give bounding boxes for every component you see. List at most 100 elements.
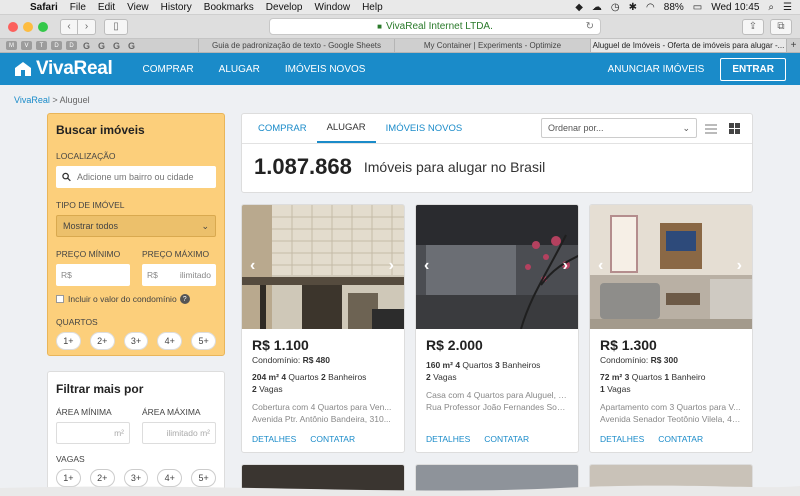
listing-photo[interactable]: ‹ › (242, 205, 404, 329)
area-max-input[interactable]: ilimitado m² (142, 422, 216, 444)
menu-list-icon[interactable]: ☰ (783, 2, 792, 13)
condo-checkbox[interactable] (56, 295, 64, 303)
contact-link[interactable]: CONTATAR (484, 434, 529, 444)
rooms-option-2[interactable]: 2+ (89, 332, 115, 350)
listing-card[interactable] (241, 464, 405, 496)
listing-photo[interactable] (590, 465, 752, 496)
address-bar[interactable]: ■ VivaReal Internet LTDA. ↻ (269, 18, 601, 35)
location-input[interactable] (76, 172, 210, 182)
cloud-icon[interactable]: ☁ (592, 2, 602, 13)
bookmark-trello-icon[interactable]: T (36, 41, 47, 50)
next-photo-icon[interactable]: › (389, 257, 394, 275)
listing-title[interactable]: Cobertura com 4 Quartos para Ven... (252, 401, 394, 413)
listing-title[interactable]: Casa com 4 Quartos para Aluguel, 1... (426, 389, 568, 401)
new-tab-button[interactable]: + (786, 39, 800, 52)
prev-photo-icon[interactable]: ‹ (598, 257, 603, 275)
vagas-option-2[interactable]: 2+ (89, 469, 115, 487)
listing-photo[interactable]: ‹ › (416, 205, 578, 329)
listing-title[interactable]: Apartamento com 3 Quartos para V... (600, 401, 742, 413)
menu-help[interactable]: Help (362, 2, 383, 13)
listing-photo[interactable]: ‹ › (590, 205, 752, 329)
vagas-option-3[interactable]: 3+ (123, 469, 149, 487)
entrar-button[interactable]: ENTRAR (720, 57, 786, 81)
next-photo-icon[interactable]: › (737, 257, 742, 275)
tab-google-sheets[interactable]: Guia de padronização de texto - Google S… (198, 39, 394, 52)
rooms-option-4[interactable]: 4+ (157, 332, 183, 350)
tab-optimize[interactable]: My Container | Experiments - Optimize (394, 39, 590, 52)
details-link[interactable]: DETALHES (426, 434, 470, 444)
bookmark-google-icon[interactable]: G (81, 41, 92, 51)
menu-develop[interactable]: Develop (266, 2, 303, 13)
reload-icon[interactable]: ↻ (586, 21, 594, 32)
zoom-window-button[interactable] (38, 21, 48, 32)
rooms-option-1[interactable]: 1+ (56, 332, 81, 350)
vivareal-logo[interactable]: VivaReal (14, 58, 113, 80)
listing-card[interactable] (589, 464, 753, 496)
anunciar-imoveis-link[interactable]: ANUNCIAR IMÓVEIS (608, 64, 705, 75)
vagas-option-5[interactable]: 5+ (191, 469, 216, 487)
search-icon[interactable]: ⌕ (768, 2, 774, 13)
area-min-input[interactable]: m² (56, 422, 130, 444)
tabs-overview-button[interactable]: ⧉ (770, 18, 792, 35)
menu-view[interactable]: View (127, 2, 149, 13)
listing-card[interactable]: ‹ › R$ 1.300 Condomínio: R$ 300 72 m² 3 … (589, 204, 753, 453)
tab-imoveis-novos[interactable]: IMÓVEIS NOVOS (376, 114, 473, 143)
bookmark-google-icon[interactable]: G (96, 41, 107, 51)
sort-select[interactable]: Ordenar por... ⌄ (541, 118, 697, 138)
details-link[interactable]: DETALHES (252, 434, 296, 444)
contact-link[interactable]: CONTATAR (310, 434, 355, 444)
vagas-option-1[interactable]: 1+ (56, 469, 81, 487)
sidebar-toggle-button[interactable]: ▯ (104, 18, 128, 35)
tab-alugar[interactable]: ALUGAR (316, 114, 376, 143)
help-icon[interactable]: ? (179, 294, 190, 304)
bookmark-mail-icon[interactable]: M (6, 41, 17, 50)
bluetooth-icon[interactable]: ✱ (629, 2, 637, 13)
wifi-icon[interactable]: ◠ (646, 2, 655, 13)
menu-file[interactable]: File (70, 2, 86, 13)
rooms-option-3[interactable]: 3+ (123, 332, 149, 350)
min-price-input[interactable]: R$ (56, 264, 130, 286)
nav-imoveis-novos[interactable]: IMÓVEIS NOVOS (285, 64, 366, 75)
next-photo-icon[interactable]: › (563, 257, 568, 275)
nav-alugar[interactable]: ALUGAR (219, 64, 260, 75)
bookmark-google-icon[interactable]: G (126, 41, 137, 51)
menu-edit[interactable]: Edit (98, 2, 115, 13)
forward-button[interactable]: › (78, 18, 96, 35)
contact-link[interactable]: CONTATAR (658, 434, 703, 444)
breadcrumb-root[interactable]: VivaReal (14, 95, 50, 105)
menu-app[interactable]: Safari (30, 2, 58, 13)
listing-photo[interactable] (416, 465, 578, 496)
battery-icon[interactable]: ▭ (693, 2, 702, 13)
list-view-icon[interactable] (705, 123, 717, 134)
bookmark-v-icon[interactable]: V (21, 41, 32, 50)
listing-card[interactable] (415, 464, 579, 496)
listing-photo[interactable] (242, 465, 404, 496)
back-button[interactable]: ‹ (60, 18, 78, 35)
bookmark-google-icon[interactable]: G (111, 41, 122, 51)
max-price-input[interactable]: R$ ilimitado (142, 264, 216, 286)
menu-window[interactable]: Window (315, 2, 351, 13)
menu-history[interactable]: History (161, 2, 192, 13)
condo-checkbox-label[interactable]: Incluir o valor do condomínio (68, 294, 177, 304)
listing-card[interactable]: ‹ › R$ 1.100 Condomínio: R$ 480 204 m² 4… (241, 204, 405, 453)
clock[interactable]: Wed 10:45 (711, 2, 759, 13)
vagas-option-4[interactable]: 4+ (157, 469, 183, 487)
bookmark-drive-icon[interactable]: D (66, 41, 77, 50)
prev-photo-icon[interactable]: ‹ (250, 257, 255, 275)
dropbox-icon[interactable]: ◆ (575, 2, 583, 13)
share-button[interactable]: ⇪ (742, 18, 764, 35)
timer-icon[interactable]: ◷ (611, 2, 620, 13)
nav-comprar[interactable]: COMPRAR (142, 64, 193, 75)
property-type-select[interactable]: Mostrar todos ⌄ (56, 215, 216, 237)
grid-view-icon[interactable] (729, 123, 740, 134)
tab-vivareal[interactable]: Aluguel de Imóveis - Oferta de imóveis p… (590, 39, 786, 52)
menu-bookmarks[interactable]: Bookmarks (204, 2, 254, 13)
bookmark-doc-icon[interactable]: D (51, 41, 62, 50)
rooms-option-5[interactable]: 5+ (191, 332, 216, 350)
close-window-button[interactable] (8, 21, 18, 32)
details-link[interactable]: DETALHES (600, 434, 644, 444)
listing-card[interactable]: ‹ › R$ 2.000 160 m² 4 Quartos 3 Banheiro… (415, 204, 579, 453)
minimize-window-button[interactable] (23, 21, 33, 32)
location-search-box[interactable] (56, 166, 216, 188)
prev-photo-icon[interactable]: ‹ (424, 257, 429, 275)
